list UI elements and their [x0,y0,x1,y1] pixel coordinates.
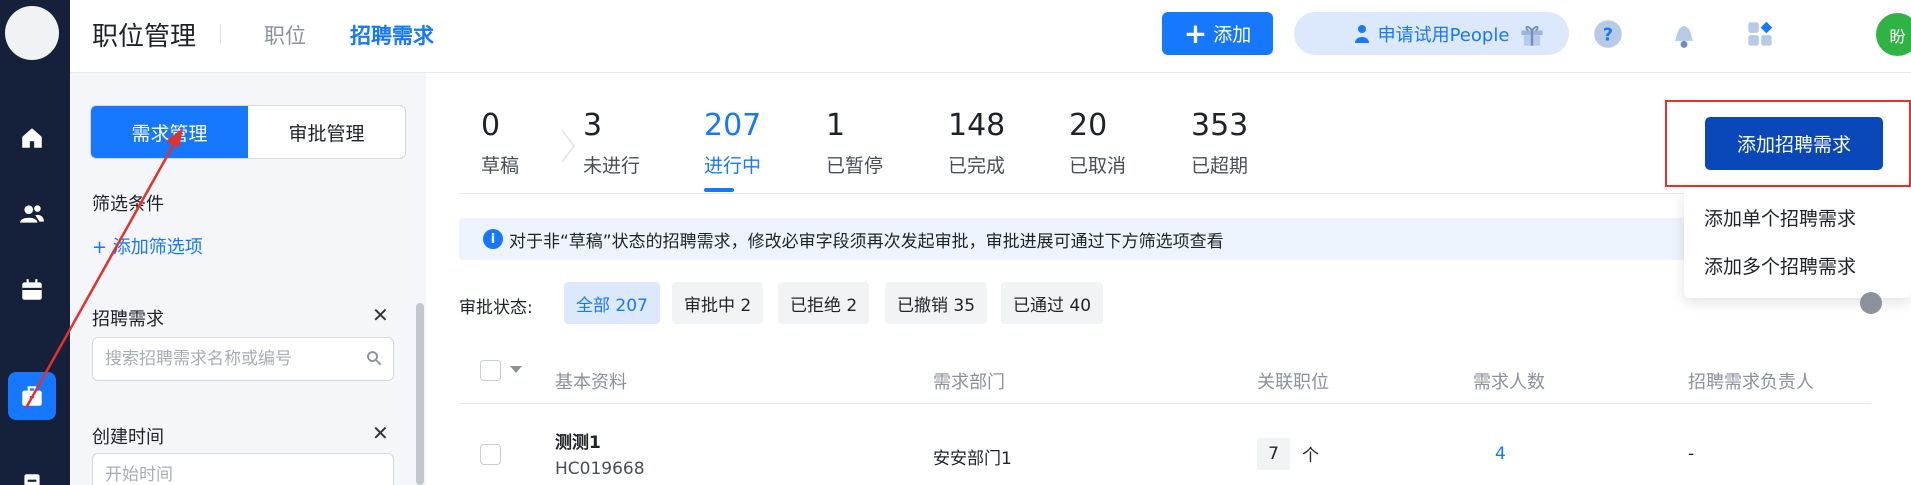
apps-grid-icon[interactable] [1743,17,1777,51]
stat-label: 未进行 [583,155,641,177]
stat-value: 0 [481,108,501,143]
search-icon[interactable] [365,349,383,367]
stat-label: 已暂停 [826,155,884,177]
briefcase-icon[interactable] [8,372,56,420]
calendar-icon[interactable] [8,266,56,314]
created-time-label: 创建时间 [92,427,164,448]
col-positions: 关联职位 [1257,372,1329,393]
stat-label: 已完成 [948,155,1006,177]
stat-completed[interactable]: 148 已完成 [948,108,1005,178]
chip-all[interactable]: 全部 207 [564,282,660,324]
filter-title: 筛选条件 [92,194,164,215]
table-header: 基本资料 需求部门 关联职位 需求人数 招聘需求负责人 [459,350,1871,404]
add-recruit-demand-button[interactable]: 添加招聘需求 [1705,117,1883,170]
avatar[interactable]: 盼 [1876,13,1911,56]
segment-demand-management[interactable]: 需求管理 [91,106,248,158]
top-header: 职位管理 职位 招聘需求 + 添加 申请试用People ? 盼 [70,0,1911,73]
person-icon [1354,24,1369,43]
filter-panel: 需求管理 审批管理 筛选条件 + 添加筛选项 招聘需求 ✕ 创建时间 ✕ [70,73,426,485]
chip-approved[interactable]: 已通过 40 [1001,282,1104,324]
header-divider [220,24,221,44]
add-button[interactable]: + 添加 [1162,12,1273,55]
stat-value: 1 [826,108,846,143]
demand-search-input[interactable] [93,338,393,380]
stat-label: 进行中 [704,155,762,177]
chip-revoked[interactable]: 已撤销 35 [885,282,988,324]
people-icon[interactable] [8,190,56,238]
org-logo[interactable] [5,6,59,60]
settings-icon[interactable] [1860,292,1882,314]
col-owner: 招聘需求负责人 [1688,372,1814,393]
panel-scrollbar[interactable] [416,303,424,485]
stat-label: 已超期 [1191,155,1249,177]
stat-label: 草稿 [481,155,520,177]
row-position-unit: 个 [1302,446,1319,466]
stat-value: 207 [704,108,762,143]
add-filter-link[interactable]: + 添加筛选项 [92,233,203,259]
add-demand-menu: 添加单个招聘需求 添加多个招聘需求 [1684,188,1911,298]
col-headcount: 需求人数 [1473,372,1545,393]
page-title: 职位管理 [92,22,197,52]
stat-overdue[interactable]: 353 已超期 [1191,108,1248,178]
stat-value: 148 [948,108,1006,143]
gift-icon[interactable] [1515,17,1549,51]
home-icon[interactable] [8,114,56,162]
row-headcount[interactable]: 4 [1495,444,1506,464]
stat-value: 3 [583,108,603,143]
stat-in-progress[interactable]: 207 进行中 [704,108,761,178]
col-department: 需求部门 [933,372,1005,393]
stat-value: 20 [1069,108,1108,143]
demand-filter-label: 招聘需求 [92,309,164,330]
stat-draft[interactable]: 0 草稿 [481,108,519,178]
tab-positions[interactable]: 职位 [264,20,306,50]
select-dropdown-icon[interactable] [510,366,522,373]
select-all-checkbox[interactable] [480,360,501,381]
menu-add-single[interactable]: 添加单个招聘需求 [1704,204,1856,231]
start-time-input[interactable] [93,454,393,485]
document-icon[interactable] [8,460,56,485]
stat-value: 353 [1191,108,1249,143]
created-time-field [92,453,394,485]
stat-paused[interactable]: 1 已暂停 [826,108,883,178]
tab-recruit-demand[interactable]: 招聘需求 [350,20,434,50]
segment-approval-management[interactable]: 审批管理 [248,106,405,158]
row-code: HC019668 [555,459,645,479]
active-stat-indicator [704,188,734,192]
management-segmented-control: 需求管理 审批管理 [90,105,406,159]
add-button-label: 添加 [1213,24,1252,46]
demand-search-field [92,337,394,381]
bell-icon[interactable] [1667,17,1701,51]
info-icon: i [483,229,503,249]
stat-label: 已取消 [1069,155,1127,177]
add-filter-label: 添加筛选项 [112,237,203,258]
info-banner: i 对于非“草稿”状态的招聘需求，修改必审字段须再次发起审批，审批进展可通过下方… [459,218,1859,260]
approval-status-label: 审批状态: [459,298,533,318]
menu-add-multiple[interactable]: 添加多个招聘需求 [1704,252,1856,279]
left-nav [0,0,70,485]
chevron-right-icon [561,129,575,163]
col-basic-info: 基本资料 [555,372,627,393]
chip-pending[interactable]: 审批中 2 [672,282,764,324]
row-checkbox[interactable] [480,444,501,465]
stat-not-started[interactable]: 3 未进行 [583,108,640,178]
trial-button-label: 申请试用People [1377,24,1510,46]
row-position-count[interactable]: 7 [1257,438,1290,470]
chip-rejected[interactable]: 已拒绝 2 [778,282,870,324]
remove-created-filter-icon[interactable]: ✕ [372,421,389,445]
stat-cancelled[interactable]: 20 已取消 [1069,108,1126,178]
info-text: 对于非“草稿”状态的招聘需求，修改必审字段须再次发起审批，审批进展可通过下方筛选… [509,231,1224,252]
row-department: 安安部门1 [933,449,1012,469]
remove-demand-filter-icon[interactable]: ✕ [372,303,389,327]
row-name[interactable]: 测测1 [555,428,601,453]
plus-icon: + [1183,16,1208,50]
row-owner: - [1688,444,1695,464]
help-icon[interactable]: ? [1591,17,1625,51]
svg-text:?: ? [1603,25,1613,45]
